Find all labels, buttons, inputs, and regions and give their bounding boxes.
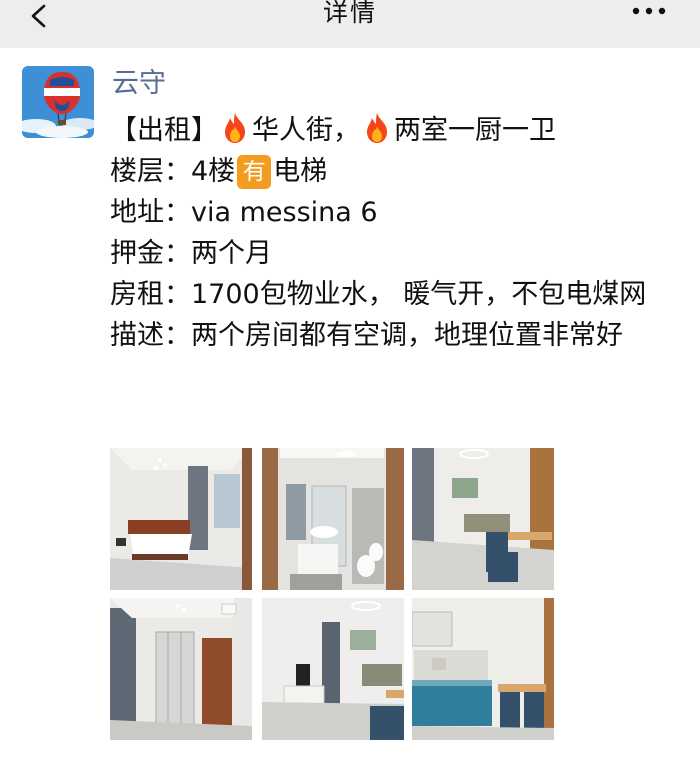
post-content: 【出租】 华人街， 两室一厨一卫 楼层：4楼有电梯 地址：via messina… bbox=[110, 110, 690, 356]
description-line: 描述：两个房间都有空调，地理位置非常好 bbox=[110, 320, 623, 351]
author-name[interactable]: 云守 bbox=[112, 66, 166, 102]
photo-grid bbox=[110, 448, 556, 740]
deposit-line: 押金：两个月 bbox=[110, 238, 272, 269]
fire-icon bbox=[225, 113, 245, 143]
watermark-text: HUARENJIEI bbox=[586, 756, 664, 767]
headline-location: 华人街， bbox=[252, 115, 360, 146]
kitchen-photo[interactable] bbox=[412, 598, 554, 740]
watermark-logo-icon bbox=[561, 714, 683, 754]
page-title: 详情 bbox=[322, 0, 377, 27]
fire-icon bbox=[367, 113, 387, 143]
more-dots-icon bbox=[632, 7, 666, 15]
headline-layout: 两室一厨一卫 bbox=[394, 115, 556, 146]
more-button[interactable] bbox=[628, 2, 672, 22]
avatar[interactable] bbox=[22, 66, 94, 138]
rent-line: 房租：1700包物业水， 暖气开，不包电煤网 bbox=[110, 279, 647, 310]
bedroom-wardrobe-photo[interactable] bbox=[110, 598, 252, 740]
watermark: HUARENJIEI bbox=[555, 712, 695, 776]
bedroom-photo[interactable] bbox=[110, 448, 252, 590]
elevator-text: 电梯 bbox=[273, 156, 328, 187]
nav-bar: 详情 bbox=[0, 0, 700, 48]
you-badge: 有 bbox=[237, 155, 272, 189]
bathroom-photo[interactable] bbox=[262, 448, 404, 590]
floor-text: 楼层：4楼 bbox=[110, 156, 236, 187]
post-detail: 云守 【出租】 华人街， 两室一厨一卫 楼层：4楼有电梯 地址：via mess… bbox=[0, 48, 700, 767]
post-headline: 【出租】 华人街， 两室一厨一卫 bbox=[110, 110, 690, 151]
hot-air-balloon-avatar bbox=[22, 66, 94, 138]
floor-line: 楼层：4楼有电梯 bbox=[110, 151, 690, 192]
address-line: 地址：via messina 6 bbox=[110, 197, 378, 228]
living-room-tv-photo[interactable] bbox=[262, 598, 404, 740]
headline-tag: 【出租】 bbox=[110, 115, 218, 146]
living-room-photo[interactable] bbox=[412, 448, 554, 590]
